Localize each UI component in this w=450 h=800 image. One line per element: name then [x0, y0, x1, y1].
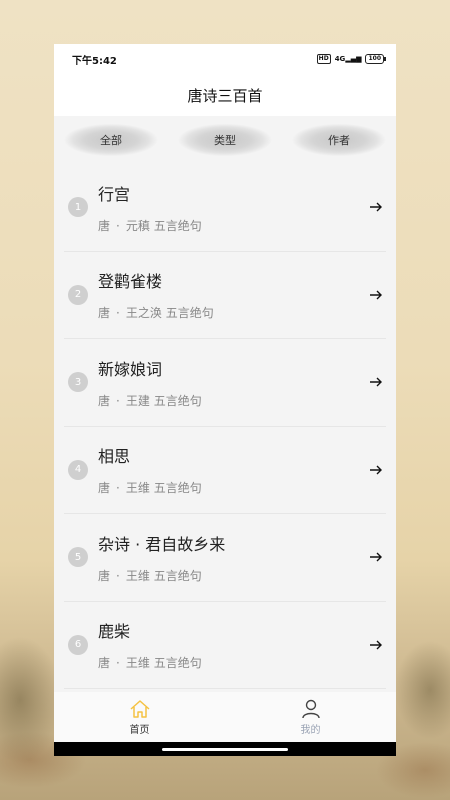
meta-separator: ·: [116, 218, 120, 233]
arrow-right-icon: [370, 377, 382, 387]
tab-author[interactable]: 作者: [292, 123, 386, 157]
system-home-bar: [54, 742, 396, 756]
poem-author: 王维: [125, 568, 150, 583]
meta-separator: ·: [116, 656, 120, 671]
list-item[interactable]: 6 鹿柴 唐 · 王维 五言绝句: [64, 602, 386, 689]
poem-author: 王维: [125, 481, 150, 496]
meta-separator: ·: [116, 393, 120, 408]
page-title: 唐诗三百首: [54, 74, 396, 116]
meta-separator: ·: [116, 481, 120, 496]
arrow-right-icon: [370, 640, 382, 650]
arrow-right-icon: [370, 552, 382, 562]
poem-dynasty: 唐: [98, 218, 111, 233]
poem-meta: 唐 · 元稹 五言绝句: [98, 217, 368, 234]
battery-icon: 100: [365, 54, 386, 64]
poem-author: 元稹: [125, 218, 150, 233]
poem-meta: 唐 · 王维 五言绝句: [98, 654, 368, 671]
app-screen: 下午5:42 HD 4G▂▄▆ 100 唐诗三百首 全部 类型 作者 1 行宫 …: [54, 44, 396, 756]
poem-list: 1 行宫 唐 · 元稹 五言绝句 2 登鹳雀楼 唐 · 王之涣 五言绝句 3 新嫁娘词: [54, 164, 396, 689]
bottom-nav: 首页 我的: [54, 692, 396, 742]
nav-mine[interactable]: 我的: [261, 699, 361, 736]
hd-icon: HD: [316, 54, 331, 64]
status-time: 下午5:42: [72, 55, 117, 67]
poem-meta: 唐 · 王建 五言绝句: [98, 392, 368, 409]
meta-separator: ·: [116, 568, 120, 583]
poem-author: 王之涣: [125, 306, 162, 321]
status-icons: HD 4G▂▄▆ 100: [316, 54, 386, 64]
poem-dynasty: 唐: [98, 306, 111, 321]
index-badge: 3: [68, 372, 88, 393]
arrow-right-icon: [370, 290, 382, 300]
status-bar: 下午5:42 HD 4G▂▄▆ 100: [54, 44, 396, 74]
list-item[interactable]: 1 行宫 唐 · 元稹 五言绝句: [64, 164, 386, 252]
list-item[interactable]: 4 相思 唐 · 王维 五言绝句: [64, 427, 386, 514]
poem-author: 王建: [125, 393, 150, 408]
poem-dynasty: 唐: [98, 568, 111, 583]
poem-title: 相思: [98, 447, 131, 467]
poem-form: 五言绝句: [153, 393, 202, 408]
poem-title: 登鹳雀楼: [98, 272, 163, 292]
poem-form: 五言绝句: [153, 656, 202, 671]
index-badge: 4: [68, 459, 88, 480]
index-badge: 2: [68, 284, 88, 305]
user-icon: [301, 699, 320, 718]
list-item[interactable]: 5 杂诗 · 君自故乡来 唐 · 王维 五言绝句: [64, 514, 386, 602]
filter-tabs: 全部 类型 作者: [54, 116, 396, 164]
home-indicator[interactable]: [162, 747, 288, 751]
poem-meta: 唐 · 王之涣 五言绝句: [98, 304, 368, 321]
list-item[interactable]: 3 新嫁娘词 唐 · 王建 五言绝句: [64, 339, 386, 427]
poem-dynasty: 唐: [98, 656, 111, 671]
poem-form: 五言绝句: [153, 218, 202, 233]
meta-separator: ·: [116, 306, 120, 321]
poem-meta: 唐 · 王维 五言绝句: [98, 567, 368, 584]
poem-meta: 唐 · 王维 五言绝句: [98, 479, 368, 496]
tab-all[interactable]: 全部: [64, 123, 158, 157]
nav-home[interactable]: 首页: [90, 699, 190, 736]
home-icon: [130, 699, 149, 718]
poem-title: 鹿柴: [98, 622, 131, 642]
tab-type[interactable]: 类型: [178, 123, 272, 157]
nav-mine-label: 我的: [300, 724, 321, 736]
index-badge: 5: [68, 547, 88, 568]
poem-dynasty: 唐: [98, 481, 111, 496]
arrow-right-icon: [370, 465, 382, 475]
poem-title: 杂诗 · 君自故乡来: [98, 534, 226, 554]
index-badge: 6: [68, 634, 88, 655]
poem-title: 新嫁娘词: [98, 359, 163, 379]
signal-icon: 4G▂▄▆: [334, 55, 362, 63]
index-badge: 1: [68, 197, 88, 218]
list-item[interactable]: 2 登鹳雀楼 唐 · 王之涣 五言绝句: [64, 252, 386, 339]
poem-title: 行宫: [98, 184, 131, 204]
poem-dynasty: 唐: [98, 393, 111, 408]
poem-form: 五言绝句: [165, 306, 214, 321]
poem-author: 王维: [125, 656, 150, 671]
nav-home-label: 首页: [129, 724, 150, 736]
poem-form: 五言绝句: [153, 481, 202, 496]
poem-form: 五言绝句: [153, 568, 202, 583]
signal-label: 4G: [334, 55, 346, 63]
arrow-right-icon: [370, 202, 382, 212]
